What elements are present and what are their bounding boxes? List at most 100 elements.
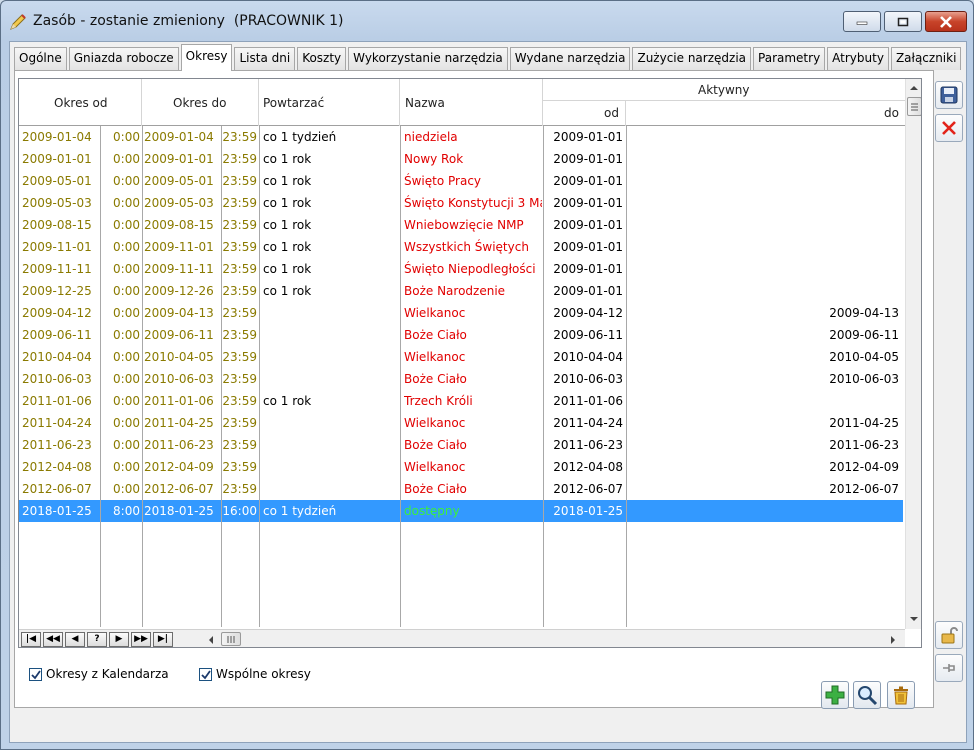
tab-atrybuty[interactable]: Atrybuty [827,47,889,70]
cell-nazwa[interactable]: Święto Pracy [404,170,542,192]
column-header-okres-od[interactable]: Okres od [19,79,142,126]
cell-okres-od-date[interactable]: 2009-01-01 [22,148,98,170]
nav-next-button[interactable]: ▶ [109,632,129,647]
cell-okres-od-time[interactable]: 0:00 [100,126,140,148]
table-row[interactable]: 2009-11-11 0:00 2009-11-11 23:59 co 1 rok Świ… [19,258,903,280]
cell-okres-do-date[interactable]: 2009-05-03 [144,192,220,214]
cell-aktywny-do[interactable] [629,170,899,192]
cell-aktywny-do[interactable] [629,390,899,412]
cell-aktywny-do[interactable] [629,258,899,280]
cell-aktywny-od[interactable]: 2010-04-04 [547,346,623,368]
cell-okres-do-date[interactable]: 2009-11-11 [144,258,220,280]
cell-aktywny-do[interactable]: 2010-04-05 [629,346,899,368]
cell-aktywny-od[interactable]: 2011-01-06 [547,390,623,412]
cell-okres-od-time[interactable]: 0:00 [100,478,140,500]
cell-okres-do-time[interactable]: 23:59 [221,126,257,148]
nav-next-page-button[interactable]: ▶▶ [131,632,151,647]
cell-powtarzac[interactable] [263,346,398,368]
cell-okres-od-time[interactable]: 0:00 [100,214,140,236]
cell-okres-do-date[interactable]: 2009-11-01 [144,236,220,258]
scroll-left-icon[interactable] [205,632,217,648]
cell-okres-do-date[interactable]: 2011-01-06 [144,390,220,412]
table-row[interactable]: 2011-06-23 0:00 2011-06-23 23:59 Boże Ciało 2… [19,434,903,456]
cell-okres-do-time[interactable]: 23:59 [221,214,257,236]
cell-okres-od-time[interactable]: 8:00 [100,500,140,522]
cell-okres-od-date[interactable]: 2009-12-25 [22,280,98,302]
cell-okres-od-time[interactable]: 0:00 [100,280,140,302]
cell-aktywny-do[interactable]: 2011-06-23 [629,434,899,456]
cell-okres-od-date[interactable]: 2009-04-12 [22,302,98,324]
cell-powtarzac[interactable] [263,434,398,456]
cell-okres-od-time[interactable]: 0:00 [100,258,140,280]
cell-nazwa[interactable]: dostępny [404,500,542,522]
cell-okres-od-date[interactable]: 2011-01-06 [22,390,98,412]
scroll-up-icon[interactable] [906,81,922,95]
cell-okres-do-time[interactable]: 23:59 [221,434,257,456]
cell-okres-do-time[interactable]: 23:59 [221,478,257,500]
cell-nazwa[interactable]: Boże Ciało [404,324,542,346]
horizontal-scrollbar[interactable]: |◀ ◀◀ ◀ ? ▶ ▶▶ ▶| [19,629,905,648]
cell-okres-od-time[interactable]: 0:00 [100,192,140,214]
cell-powtarzac[interactable]: co 1 rok [263,236,398,258]
vertical-scroll-thumb[interactable] [907,97,921,116]
okresy-z-kalendarza-checkbox[interactable]: Okresy z Kalendarza [29,667,169,681]
nav-first-button[interactable]: |◀ [21,632,41,647]
table-row[interactable]: 2012-04-08 0:00 2012-04-09 23:59 Wielkanoc 20… [19,456,903,478]
cell-okres-do-time[interactable]: 23:59 [221,280,257,302]
tab-wykorzystanie-narzedzia[interactable]: Wykorzystanie narzędzia [348,47,508,70]
cell-okres-od-date[interactable]: 2009-11-01 [22,236,98,258]
cell-okres-do-time[interactable]: 23:59 [221,324,257,346]
cell-aktywny-od[interactable]: 2009-01-01 [547,192,623,214]
nav-last-button[interactable]: ▶| [153,632,173,647]
cell-nazwa[interactable]: Wszystkich Świętych [404,236,542,258]
cell-powtarzac[interactable] [263,324,398,346]
cell-okres-od-date[interactable]: 2011-04-24 [22,412,98,434]
cell-okres-do-time[interactable]: 23:59 [221,368,257,390]
cell-powtarzac[interactable]: co 1 rok [263,214,398,236]
cell-powtarzac[interactable] [263,412,398,434]
cell-okres-od-date[interactable]: 2009-06-11 [22,324,98,346]
cell-okres-do-time[interactable]: 23:59 [221,148,257,170]
table-row[interactable]: 2009-11-01 0:00 2009-11-01 23:59 co 1 rok Wsz… [19,236,903,258]
cell-okres-do-time[interactable]: 23:59 [221,258,257,280]
cell-okres-do-time[interactable]: 23:59 [221,412,257,434]
cell-okres-do-time[interactable]: 23:59 [221,302,257,324]
table-row[interactable]: 2018-01-25 8:00 2018-01-25 16:00 co 1 tydzie… [19,500,903,522]
cell-okres-do-time[interactable]: 23:59 [221,236,257,258]
table-row[interactable]: 2009-12-25 0:00 2009-12-26 23:59 co 1 rok Boż… [19,280,903,302]
delete-button[interactable] [887,681,915,709]
table-row[interactable]: 2009-01-01 0:00 2009-01-01 23:59 co 1 rok Now… [19,148,903,170]
cell-powtarzac[interactable] [263,368,398,390]
checkbox-box[interactable] [29,667,42,681]
cell-nazwa[interactable]: Nowy Rok [404,148,542,170]
cell-okres-od-time[interactable]: 0:00 [100,302,140,324]
cell-nazwa[interactable]: Wielkanoc [404,412,542,434]
column-header-powtarzac[interactable]: Powtarzać [259,79,400,126]
cell-nazwa[interactable]: Boże Ciało [404,434,542,456]
cell-okres-do-date[interactable]: 2012-06-07 [144,478,220,500]
cell-aktywny-do[interactable] [629,192,899,214]
cell-okres-do-time[interactable]: 23:59 [221,192,257,214]
cell-okres-od-time[interactable]: 0:00 [100,434,140,456]
cell-aktywny-od[interactable]: 2011-04-24 [547,412,623,434]
minimize-button[interactable] [843,11,881,32]
cell-okres-od-time[interactable]: 0:00 [100,148,140,170]
cell-okres-od-date[interactable]: 2009-08-15 [22,214,98,236]
cell-okres-do-date[interactable]: 2012-04-09 [144,456,220,478]
cell-aktywny-do[interactable] [629,214,899,236]
cell-okres-od-time[interactable]: 0:00 [100,456,140,478]
cell-powtarzac[interactable]: co 1 rok [263,258,398,280]
unlock-button[interactable] [935,621,963,649]
scroll-right-icon[interactable] [887,632,899,648]
table-row[interactable]: 2009-06-11 0:00 2009-06-11 23:59 Boże Ciało 2… [19,324,903,346]
cell-okres-do-date[interactable]: 2009-08-15 [144,214,220,236]
cell-nazwa[interactable]: Święto Niepodległości [404,258,542,280]
cell-aktywny-do[interactable] [629,500,899,522]
cell-nazwa[interactable]: Wielkanoc [404,456,542,478]
cell-aktywny-od[interactable]: 2009-01-01 [547,126,623,148]
table-row[interactable]: 2009-04-12 0:00 2009-04-13 23:59 Wielkanoc 20… [19,302,903,324]
wspolne-okresy-checkbox[interactable]: Wspólne okresy [199,667,311,681]
cell-okres-od-time[interactable]: 0:00 [100,346,140,368]
tab-parametry[interactable]: Parametry [753,47,826,70]
tab-zuzycie-narzedzia[interactable]: Zużycie narzędzia [632,47,752,70]
